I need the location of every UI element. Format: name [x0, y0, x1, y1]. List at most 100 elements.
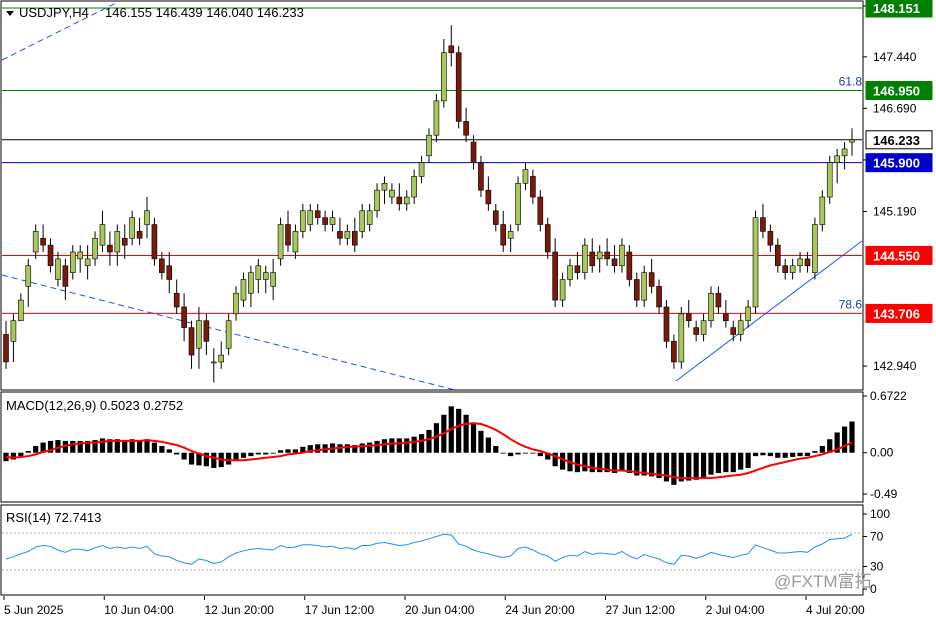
macd-histogram-bar — [790, 452, 796, 457]
candle-body — [723, 313, 729, 322]
rsi-label: RSI(14) 72.7413 — [6, 510, 101, 525]
level-tag-label: 143.706 — [873, 306, 920, 321]
candle-body — [359, 210, 366, 232]
candle-body — [441, 52, 447, 102]
candle-body — [760, 217, 766, 232]
macd-histogram-bar — [686, 452, 692, 481]
candle-body — [99, 224, 106, 246]
candle-body — [3, 334, 9, 363]
candle-body — [685, 313, 692, 322]
candle-body — [366, 210, 373, 225]
time-tick-label: 20 Jun 04:00 — [405, 603, 475, 617]
candle-body — [841, 148, 848, 157]
macd-histogram-bar — [493, 445, 499, 453]
macd-histogram-bar — [797, 452, 803, 457]
macd-tick-label: -0.49 — [870, 487, 898, 501]
candle-body — [789, 265, 796, 273]
macd-histogram-bar — [25, 451, 31, 453]
candle-body — [700, 320, 707, 335]
macd-histogram-bar — [470, 422, 477, 453]
candle-body — [285, 224, 291, 246]
macd-histogram-bar — [841, 426, 848, 453]
candle-body — [159, 258, 165, 273]
level-tag-label: 144.550 — [873, 248, 920, 263]
macd-histogram-bar — [359, 443, 365, 453]
dropdown-triangle-icon[interactable] — [6, 11, 14, 16]
candle-body — [396, 196, 403, 205]
candle-body — [77, 251, 84, 260]
chart-window: 148.180147.440146.690145.940145.190142.9… — [0, 0, 936, 624]
candle-body — [567, 265, 573, 280]
rsi-tick-label: 70 — [870, 530, 884, 544]
price-tick-label: 145.190 — [873, 204, 917, 218]
candle-body — [507, 231, 514, 239]
candle-body — [210, 361, 217, 364]
time-tick-label: 17 Jun 12:00 — [305, 603, 375, 617]
candle-body — [596, 251, 603, 260]
candle-body — [604, 251, 610, 260]
candle-body — [492, 210, 499, 225]
candle-body — [426, 134, 432, 157]
macd-histogram-bar — [463, 414, 469, 453]
candle-body — [693, 327, 699, 335]
candle-body — [752, 217, 759, 308]
price-tick-label: 147.440 — [873, 50, 917, 64]
macd-histogram-bar — [619, 452, 625, 472]
candle-body — [804, 258, 811, 267]
macd-histogram-bar — [812, 451, 818, 453]
macd-histogram-bar — [226, 452, 232, 465]
macd-histogram-bar — [277, 450, 284, 453]
macd-histogram-bar — [396, 438, 402, 453]
candle-body — [389, 189, 395, 198]
macd-histogram-bar — [263, 452, 269, 455]
price-tick-label: 142.940 — [873, 359, 917, 373]
macd-histogram-bar — [693, 452, 699, 480]
candle-body — [626, 251, 633, 280]
candle-body — [314, 210, 321, 218]
rsi-tick-label: 30 — [870, 560, 884, 574]
macd-histogram-bar — [174, 452, 180, 455]
candle-body — [537, 196, 544, 225]
candle-body — [107, 244, 113, 253]
candle-body — [166, 265, 173, 280]
time-tick-label: 10 Jun 04:00 — [104, 603, 174, 617]
candle-body — [47, 244, 54, 267]
macd-histogram-bar — [248, 452, 254, 457]
macd-histogram-bar — [708, 452, 714, 475]
macd-histogram-bar — [426, 429, 432, 453]
horizontal-levels — [2, 7, 862, 314]
candle-body — [121, 237, 128, 246]
price-tick-label: 146.690 — [873, 101, 917, 115]
macd-histogram-bar — [775, 452, 781, 458]
candle-body — [218, 354, 225, 363]
candle-body — [708, 292, 714, 322]
macd-histogram-bar — [159, 445, 165, 453]
chart-svg: 148.180147.440146.690145.940145.190142.9… — [0, 0, 933, 617]
macd-histogram — [3, 406, 855, 485]
macd-histogram-bar — [819, 445, 825, 453]
candle-body — [173, 292, 180, 308]
macd-histogram-bar — [738, 452, 744, 470]
candle-body — [819, 196, 826, 225]
macd-histogram-bar — [537, 452, 543, 457]
time-tick-label: 5 Jun 2025 — [4, 603, 64, 617]
macd-histogram-bar — [500, 452, 506, 454]
macd-histogram-bar — [574, 452, 581, 473]
macd-histogram-bar — [782, 452, 788, 458]
candle-body — [129, 217, 135, 239]
candle-body — [196, 320, 202, 349]
macd-label: MACD(12,26,9) 0.5023 0.2752 — [6, 398, 183, 413]
macd-histogram-bar — [389, 438, 395, 453]
candle-body — [522, 169, 529, 184]
candle-body — [69, 251, 76, 273]
candle-body — [797, 258, 803, 267]
candle-body — [84, 258, 91, 267]
candle-body — [552, 251, 558, 301]
candle-body — [641, 272, 648, 301]
macd-histogram-bar — [559, 452, 566, 470]
macd-histogram-bar — [374, 440, 380, 453]
macd-histogram-bar — [255, 452, 261, 455]
candle-body — [433, 100, 440, 136]
time-axis: 5 Jun 2025 10 Jun 04:00 12 Jun 20:00 17 Jun… — [3, 596, 865, 617]
candle-body — [463, 121, 469, 136]
